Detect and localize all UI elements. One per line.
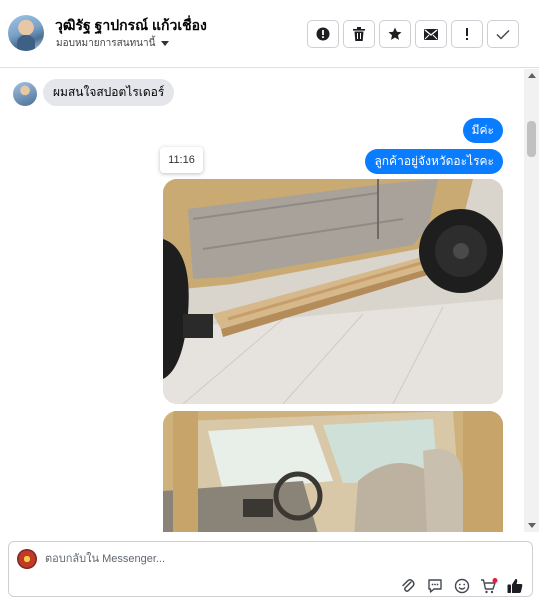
thread-scrollbar[interactable] <box>524 69 539 532</box>
shop-button[interactable] <box>480 578 498 594</box>
scroll-down-arrow-icon[interactable] <box>528 523 536 528</box>
trash-icon <box>353 27 365 41</box>
emoji-button[interactable] <box>453 578 471 594</box>
star-icon <box>388 27 402 40</box>
car-side-step-image <box>163 179 503 404</box>
reply-composer <box>8 541 533 597</box>
car-side-step-photo[interactable] <box>163 179 503 404</box>
incoming-message[interactable]: ผมสนใจสปอตไรเดอร์ <box>43 79 175 106</box>
exclamation-icon <box>466 28 468 40</box>
scroll-up-arrow-icon[interactable] <box>528 73 536 78</box>
caret-down-icon <box>161 41 170 46</box>
scrollbar-thumb[interactable] <box>527 121 536 157</box>
envelope-icon <box>424 28 438 40</box>
mark-spam-button[interactable] <box>307 20 339 48</box>
cart-icon <box>481 578 498 594</box>
emoji-icon <box>454 578 470 594</box>
delete-button[interactable] <box>343 20 375 48</box>
assign-label: มอบหมายการสนทนานี้ <box>56 38 156 49</box>
star-button[interactable] <box>379 20 411 48</box>
contact-avatar[interactable] <box>8 15 44 51</box>
contact-name[interactable]: วุฒิรัฐ ฐาปกรณ์ แก้วเชื่อง <box>55 15 207 37</box>
mark-unread-button[interactable] <box>415 20 447 48</box>
message-timestamp: 11:16 <box>160 147 203 173</box>
attach-button[interactable] <box>399 578 417 594</box>
saved-replies-button[interactable] <box>426 578 444 594</box>
alert-circle-icon <box>316 27 330 41</box>
car-interior-photo[interactable] <box>163 411 503 532</box>
like-button[interactable] <box>506 578 524 594</box>
car-interior-image <box>163 411 503 532</box>
conversation-header: วุฒิรัฐ ฐาปกรณ์ แก้วเชื่อง มอบหมายการสนท… <box>0 0 539 68</box>
outgoing-message[interactable]: ลูกค้าอยู่จังหวัดอะไรคะ <box>365 149 503 174</box>
check-icon <box>496 29 510 40</box>
attach-icon <box>402 579 415 592</box>
like-icon <box>507 578 523 593</box>
saved-replies-icon <box>428 579 442 593</box>
reply-input[interactable] <box>45 548 345 570</box>
page-avatar <box>17 549 37 569</box>
mark-done-button[interactable] <box>487 20 519 48</box>
follow-up-button[interactable] <box>451 20 483 48</box>
contact-avatar-small <box>13 82 37 106</box>
message-thread[interactable]: ผมสนใจสปอตไรเดอร์ มีค่ะ ลูกค้าอยู่จังหวั… <box>0 69 539 532</box>
outgoing-message[interactable]: มีค่ะ <box>462 118 503 143</box>
assign-conversation-dropdown[interactable]: มอบหมายการสนทนานี้ <box>56 36 170 51</box>
